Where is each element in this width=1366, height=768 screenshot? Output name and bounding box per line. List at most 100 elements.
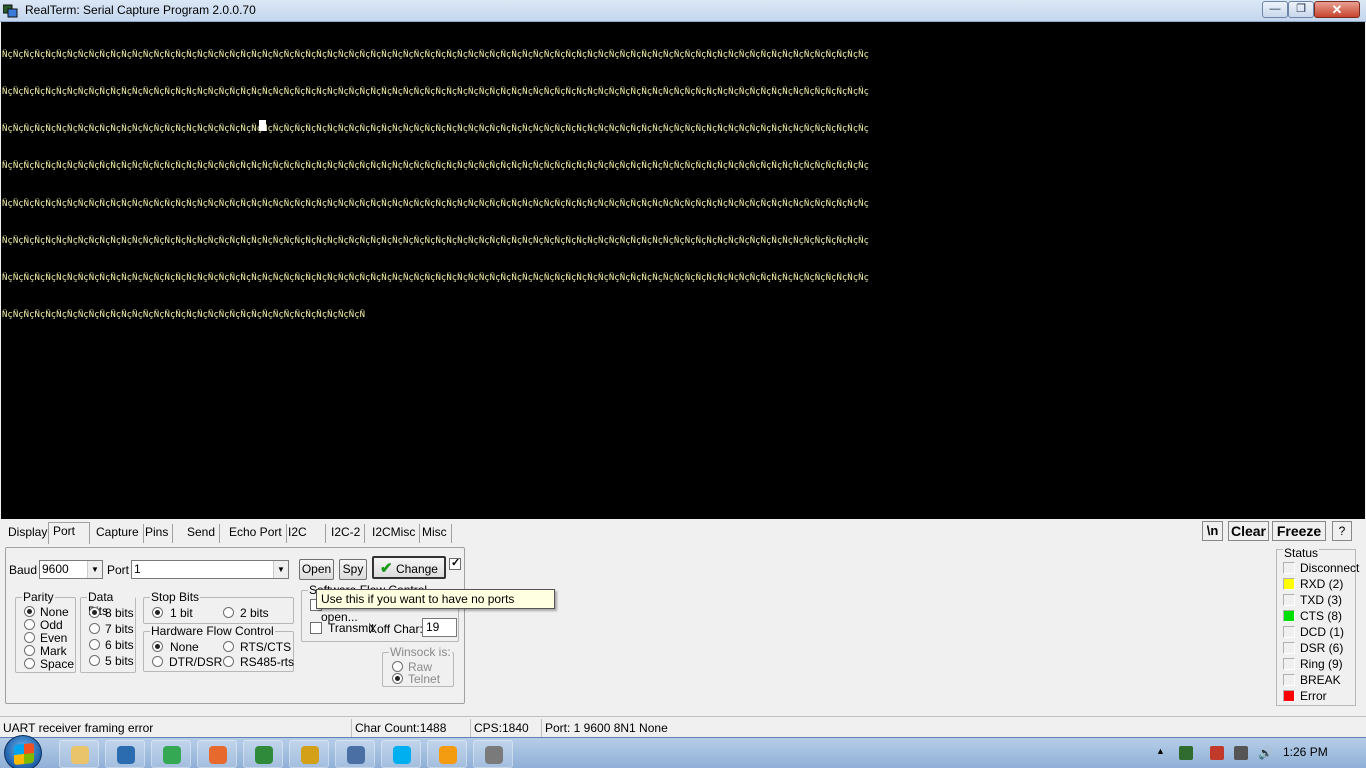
data-bits-5-label: 5 bits <box>105 654 134 668</box>
stop-bits-2-radio[interactable] <box>223 607 234 618</box>
taskbar-g-app[interactable] <box>427 740 467 768</box>
firefox-icon <box>209 746 227 764</box>
clear-button[interactable]: Clear <box>1228 521 1269 541</box>
g-app-icon <box>439 746 457 764</box>
port-info: Port: 1 9600 8N1 None <box>541 719 841 737</box>
status-name: Disconnect <box>1300 561 1360 575</box>
status-led <box>1283 610 1295 622</box>
parity-none-radio[interactable] <box>24 606 35 617</box>
skype-icon <box>393 746 411 764</box>
hw-flow-rtscts-label: RTS/CTS <box>240 640 292 654</box>
xoff-char-input[interactable]: 19 <box>422 618 457 637</box>
taskbar-usb-tool[interactable] <box>289 740 329 768</box>
taskbar-network-tool[interactable] <box>243 740 283 768</box>
terminal-line: ÑçÑçÑçÑçÑçÑçÑçÑçÑçÑçÑçÑçÑçÑçÑçÑçÑçÑçÑçÑç… <box>2 310 366 321</box>
tab-i2cmisc[interactable]: I2CMisc <box>368 524 421 543</box>
tab-capture[interactable]: Capture <box>92 524 144 543</box>
status-led <box>1283 642 1295 654</box>
terminal-cursor <box>259 120 266 131</box>
stop-bits-1-label: 1 bit <box>170 606 193 620</box>
tray-expand-icon[interactable]: ▲ <box>1156 746 1170 760</box>
taskbar-skype[interactable] <box>381 740 421 768</box>
parity-mark-label: Mark <box>40 644 67 658</box>
hw-flow-rtscts-radio[interactable] <box>223 641 234 652</box>
close-button[interactable]: ✕ <box>1314 1 1360 18</box>
data-bits-6-label: 6 bits <box>105 638 134 652</box>
data-bits-7-label: 7 bits <box>105 622 134 636</box>
status-name: DCD (1) <box>1300 625 1344 639</box>
winsock-telnet-radio[interactable] <box>392 673 403 684</box>
action-center-icon[interactable] <box>1210 746 1224 760</box>
status-led <box>1283 626 1295 638</box>
status-name: Ring (9) <box>1300 657 1343 671</box>
taskbar-explorer[interactable] <box>59 740 99 768</box>
parity-group: Parity None Odd Even Mark Space <box>15 590 76 673</box>
terminal-display[interactable]: ÑçÑçÑçÑçÑçÑçÑçÑçÑçÑçÑçÑçÑçÑçÑçÑçÑçÑçÑçÑç… <box>1 22 1365 519</box>
status-name: RXD (2) <box>1300 577 1344 591</box>
calculator-icon <box>347 746 365 764</box>
status-name: TXD (3) <box>1300 593 1342 607</box>
hw-flow-rs485-radio[interactable] <box>223 656 234 667</box>
folder-icon <box>71 746 89 764</box>
volume-icon[interactable]: 🔊 <box>1258 746 1273 760</box>
tab-send[interactable]: Send <box>183 524 221 543</box>
newline-button[interactable]: \n <box>1202 521 1223 541</box>
tab-i2c[interactable]: I2C <box>284 524 326 543</box>
status-bar: UART receiver framing error Char Count:1… <box>0 716 1366 737</box>
status-name: BREAK <box>1300 673 1341 687</box>
spy-button[interactable]: Spy <box>339 559 367 580</box>
tab-display[interactable]: Display <box>4 524 53 543</box>
hw-flow-rs485-label: RS485-rts <box>240 655 295 669</box>
taskbar-chrome[interactable] <box>151 740 191 768</box>
start-button[interactable] <box>4 735 42 768</box>
data-bits-5-radio[interactable] <box>89 655 100 666</box>
terminal-line: ÑçÑçÑçÑçÑçÑçÑçÑçÑçÑçÑçÑçÑçÑçÑçÑçÑçÑçÑçÑç… <box>2 161 869 172</box>
port-panel: Baud 9600 ▼ Port 1 ▼ Open Spy ✔ Change P… <box>5 547 465 704</box>
hw-flow-dtrdsr-radio[interactable] <box>152 656 163 667</box>
parity-odd-radio[interactable] <box>24 619 35 630</box>
chevron-down-icon: ▼ <box>87 561 102 578</box>
port-select[interactable]: 1 ▼ <box>131 560 289 579</box>
hw-flow-none-label: None <box>170 640 199 654</box>
tools-icon <box>485 746 503 764</box>
baud-select[interactable]: 9600 ▼ <box>39 560 103 579</box>
tab-misc[interactable]: Misc <box>418 524 452 543</box>
network-tray-icon[interactable] <box>1179 746 1193 760</box>
help-button[interactable]: ? <box>1332 521 1352 541</box>
parity-odd-label: Odd <box>40 618 63 632</box>
stop-bits-1-radio[interactable] <box>152 607 163 618</box>
tab-pins[interactable]: Pins <box>141 524 174 543</box>
taskbar-calculator[interactable] <box>335 740 375 768</box>
hw-flow-none-radio[interactable] <box>152 641 163 652</box>
minimize-button[interactable]: — <box>1262 1 1288 18</box>
parity-space-radio[interactable] <box>24 658 35 669</box>
parity-mark-radio[interactable] <box>24 645 35 656</box>
open-tooltip: Use this if you want to have no ports op… <box>316 589 555 624</box>
chrome-icon <box>163 746 181 764</box>
parity-even-radio[interactable] <box>24 632 35 643</box>
open-button[interactable]: Open <box>299 559 334 580</box>
taskbar-clock[interactable]: 1:26 PM <box>1283 745 1328 759</box>
change-button[interactable]: ✔ Change <box>372 556 446 579</box>
tab-echo-port[interactable]: Echo Port <box>225 524 287 543</box>
data-bits-8-radio[interactable] <box>89 607 100 618</box>
data-bits-8-label: 8 bits <box>105 606 134 620</box>
taskbar-firefox[interactable] <box>197 740 237 768</box>
status-led <box>1283 562 1295 574</box>
taskbar-media-player[interactable] <box>105 740 145 768</box>
freeze-button[interactable]: Freeze <box>1272 521 1326 541</box>
tab-port[interactable]: Port <box>48 522 90 544</box>
maximize-button[interactable]: ❐ <box>1288 1 1314 18</box>
power-tray-icon[interactable] <box>1234 746 1248 760</box>
taskbar-tools[interactable] <box>473 740 513 768</box>
data-bits-7-radio[interactable] <box>89 623 100 634</box>
status-message: UART receiver framing error <box>3 721 154 735</box>
tab-i2c-2[interactable]: I2C-2 <box>327 524 366 543</box>
chevron-down-icon: ▼ <box>273 561 288 578</box>
stop-bits-group: Stop Bits 1 bit 2 bits <box>143 590 294 624</box>
terminal-text: ÑçÑçÑçÑçÑçÑçÑçÑçÑçÑçÑçÑçÑçÑçÑçÑçÑçÑçÑçÑç… <box>2 24 869 346</box>
data-bits-6-radio[interactable] <box>89 639 100 650</box>
winsock-raw-radio[interactable] <box>392 661 403 672</box>
restore-icon: ❐ <box>1296 3 1306 15</box>
change-checkbox[interactable] <box>449 556 461 570</box>
